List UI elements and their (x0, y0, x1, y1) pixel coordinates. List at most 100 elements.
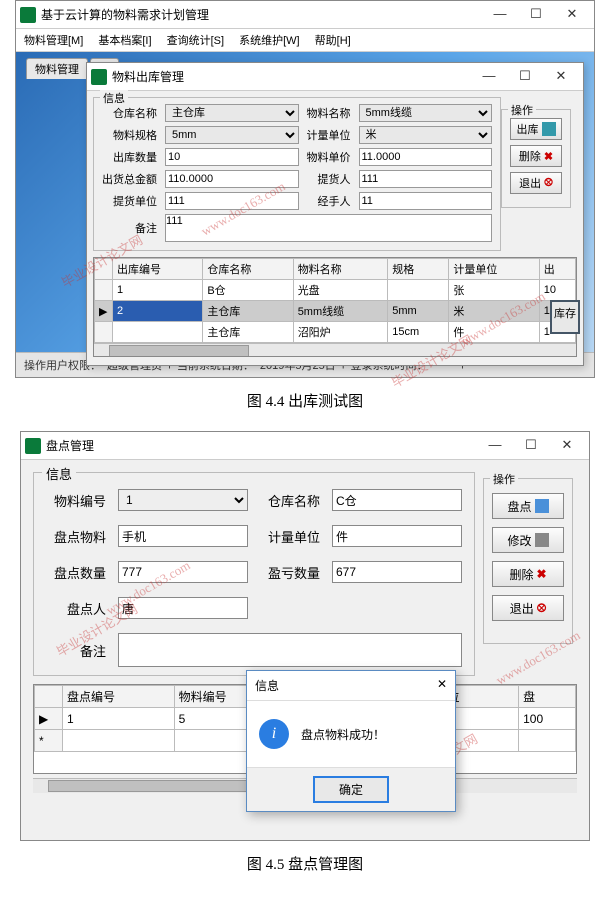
app-icon (25, 438, 41, 454)
window-title: 基于云计算的物料需求计划管理 (41, 6, 482, 23)
select-unit[interactable]: 米 (359, 126, 493, 144)
input-warehouse[interactable] (332, 489, 462, 511)
result-table[interactable]: 出库编号 仓库名称 物料名称 规格 计量单位 出 1B仓光盘张10 ▶2主仓库5… (94, 258, 576, 343)
info-groupbox: 信息 仓库名称 主仓库 物料名称 5mm线缆 物料规格 5mm 计量单位 米 出… (93, 97, 501, 251)
figure-caption: 图 4.4 出库测试图 (0, 390, 610, 411)
dialog-close-button[interactable]: ✕ (543, 66, 579, 88)
outbound-dialog: 物料出库管理 — ☐ ✕ 信息 仓库名称 主仓库 物料名称 5m (86, 62, 584, 366)
input-picker[interactable] (359, 170, 493, 188)
label-pdmat: 盘点物料 (46, 527, 106, 546)
input-pdqty[interactable] (118, 561, 248, 583)
exit-button[interactable]: 退出⮾ (510, 172, 562, 194)
msgbox-close-button[interactable]: ✕ (437, 677, 447, 694)
titlebar: 盘点管理 — ☐ ✕ (21, 432, 589, 460)
titlebar: 基于云计算的物料需求计划管理 — ☐ ✕ (16, 1, 594, 29)
input-price[interactable] (359, 148, 493, 166)
result-table-wrap: 出库编号 仓库名称 物料名称 规格 计量单位 出 1B仓光盘张10 ▶2主仓库5… (93, 257, 577, 357)
main-window: 基于云计算的物料需求计划管理 — ☐ ✕ 物料管理[M] 基本档案[I] 查询统… (15, 0, 595, 378)
menu-help[interactable]: 帮助[H] (315, 35, 351, 47)
menu-material[interactable]: 物料管理[M] (24, 35, 83, 47)
exit-button[interactable]: 退出⮾ (492, 595, 564, 621)
dialog-icon (91, 69, 107, 85)
label-handler: 经手人 (307, 193, 351, 209)
select-material[interactable]: 5mm线缆 (359, 104, 493, 122)
close-button[interactable]: ✕ (549, 435, 585, 457)
operation-groupbox: 操作 盘点 修改 删除✖ 退出⮾ (483, 478, 573, 644)
label-unit: 计量单位 (307, 127, 351, 143)
app-icon (20, 7, 36, 23)
input-remark[interactable] (118, 633, 462, 667)
table-row[interactable]: 1B仓光盘张10 (95, 280, 576, 301)
label-remark: 备注 (46, 641, 106, 660)
label-matid: 物料编号 (46, 491, 106, 510)
select-spec[interactable]: 5mm (165, 126, 299, 144)
message-box: 信息 ✕ i 盘点物料成功！ 确定 (246, 670, 456, 812)
maximize-button[interactable]: ☐ (513, 435, 549, 457)
window-title: 盘点管理 (46, 437, 477, 454)
col-out[interactable]: 出 (539, 259, 575, 280)
col-wh[interactable]: 仓库名称 (203, 259, 293, 280)
exit-icon: ⮾ (537, 601, 547, 616)
col-pd[interactable]: 盘 (519, 686, 576, 708)
label-unit: 计量单位 (260, 527, 320, 546)
msgbox-title: 信息 (255, 677, 279, 694)
table-row[interactable]: ▶2主仓库5mm线缆5mm米10 (95, 301, 576, 322)
label-warehouse: 仓库名称 (260, 491, 320, 510)
label-pdr: 盘点人 (46, 599, 106, 618)
ok-button[interactable]: 确定 (313, 776, 389, 803)
col-mat[interactable]: 物料名称 (293, 259, 388, 280)
input-pdr[interactable] (118, 597, 248, 619)
input-pickunit[interactable] (165, 192, 299, 210)
dialog-maximize-button[interactable]: ☐ (507, 66, 543, 88)
input-qty[interactable] (165, 148, 299, 166)
input-handler[interactable] (359, 192, 493, 210)
check-button[interactable]: 盘点 (492, 493, 564, 519)
label-material: 物料名称 (307, 105, 351, 121)
table-row[interactable]: 主仓库沼阳炉15cm件1 (95, 322, 576, 343)
select-warehouse[interactable]: 主仓库 (165, 104, 299, 122)
modify-icon (535, 533, 549, 547)
input-unit[interactable] (332, 525, 462, 547)
input-pdmat[interactable] (118, 525, 248, 547)
dialog-titlebar: 物料出库管理 — ☐ ✕ (87, 63, 583, 91)
info-legend: 信息 (42, 464, 76, 483)
info-groupbox: 信息 物料编号 1 仓库名称 盘点物料 计量单位 盘点数量 盈亏数量 盘点人 (33, 472, 475, 676)
col-id[interactable]: 出库编号 (113, 259, 203, 280)
outbound-button[interactable]: 出库 (510, 118, 562, 140)
input-remark[interactable]: 111 (165, 214, 492, 242)
msgbox-text: 盘点物料成功！ (301, 726, 385, 743)
col-spec[interactable]: 规格 (388, 259, 449, 280)
dialog-minimize-button[interactable]: — (471, 66, 507, 88)
delete-button[interactable]: 删除✖ (492, 561, 564, 587)
h-scrollbar[interactable] (94, 343, 576, 357)
delete-button[interactable]: 删除✖ (510, 145, 562, 167)
menu-archive[interactable]: 基本档案[I] (98, 35, 151, 47)
maximize-button[interactable]: ☐ (518, 4, 554, 26)
delete-icon: ✖ (536, 567, 546, 581)
col-unit[interactable]: 计量单位 (449, 259, 539, 280)
select-matid[interactable]: 1 (118, 489, 248, 511)
label-spec: 物料规格 (102, 127, 157, 143)
side-stock-button[interactable]: 库存 (550, 300, 580, 334)
menu-query[interactable]: 查询统计[S] (167, 35, 224, 47)
figure-caption: 图 4.5 盘点管理图 (0, 853, 610, 874)
exit-icon: ⮾ (544, 177, 553, 190)
op-legend: 操作 (490, 471, 518, 487)
col-pdid[interactable]: 盘点编号 (63, 686, 175, 708)
tab-material[interactable]: 物料管理 (26, 58, 88, 79)
input-total[interactable] (165, 170, 299, 188)
op-legend: 操作 (508, 102, 536, 118)
delete-icon: ✖ (544, 150, 553, 163)
label-pickunit: 提货单位 (102, 193, 157, 209)
minimize-button[interactable]: — (477, 435, 513, 457)
close-button[interactable]: ✕ (554, 4, 590, 26)
label-ykqty: 盈亏数量 (260, 563, 320, 582)
modify-button[interactable]: 修改 (492, 527, 564, 553)
minimize-button[interactable]: — (482, 4, 518, 26)
outbound-icon (542, 122, 556, 136)
inventory-window: 盘点管理 — ☐ ✕ 信息 物料编号 1 仓库名称 盘点物料 计量单位 (20, 431, 590, 841)
menu-system[interactable]: 系统维护[W] (239, 35, 300, 47)
input-ykqty[interactable] (332, 561, 462, 583)
label-qty: 出库数量 (102, 149, 157, 165)
label-total: 出货总金额 (102, 171, 157, 187)
